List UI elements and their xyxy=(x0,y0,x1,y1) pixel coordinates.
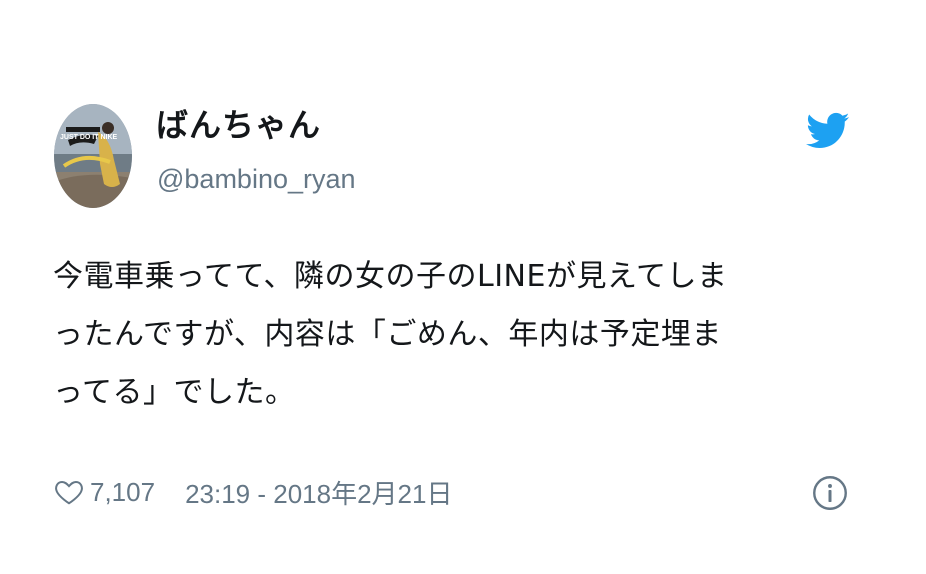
tweet-text-line: ってる」でした。 xyxy=(53,375,296,410)
tweet-text-line: 今電車乗ってて、隣の女の子のLINEが見えてしま xyxy=(53,259,728,294)
tweet-text-line: ったんですが、内容は「ごめん、年内は予定埋ま xyxy=(53,317,722,352)
avatar-logo-text: JUST DO IT NIKE xyxy=(60,134,118,141)
timestamp[interactable]: 23:19 - 2018年2月21日 xyxy=(185,474,452,511)
like-count[interactable]: 7,107 xyxy=(90,477,155,508)
info-icon[interactable] xyxy=(812,475,848,511)
heart-outline-icon[interactable] xyxy=(54,477,84,507)
user-handle[interactable]: @bambino_ryan xyxy=(157,164,356,195)
avatar[interactable]: JUST DO IT NIKE xyxy=(54,104,132,208)
display-name[interactable]: ばんちゃん xyxy=(156,100,321,146)
profile-photo-icon: JUST DO IT NIKE xyxy=(54,104,132,208)
tweet-card: JUST DO IT NIKE ばんちゃん @bambino_ryan 今電車乗… xyxy=(0,0,926,574)
twitter-bird-icon[interactable] xyxy=(806,108,850,152)
tweet-footer: 7,107 23:19 - 2018年2月21日 xyxy=(54,472,452,512)
tweet-text: 今電車乗ってて、隣の女の子のLINEが見えてしま ったんですが、内容は「ごめん、… xyxy=(53,248,853,422)
